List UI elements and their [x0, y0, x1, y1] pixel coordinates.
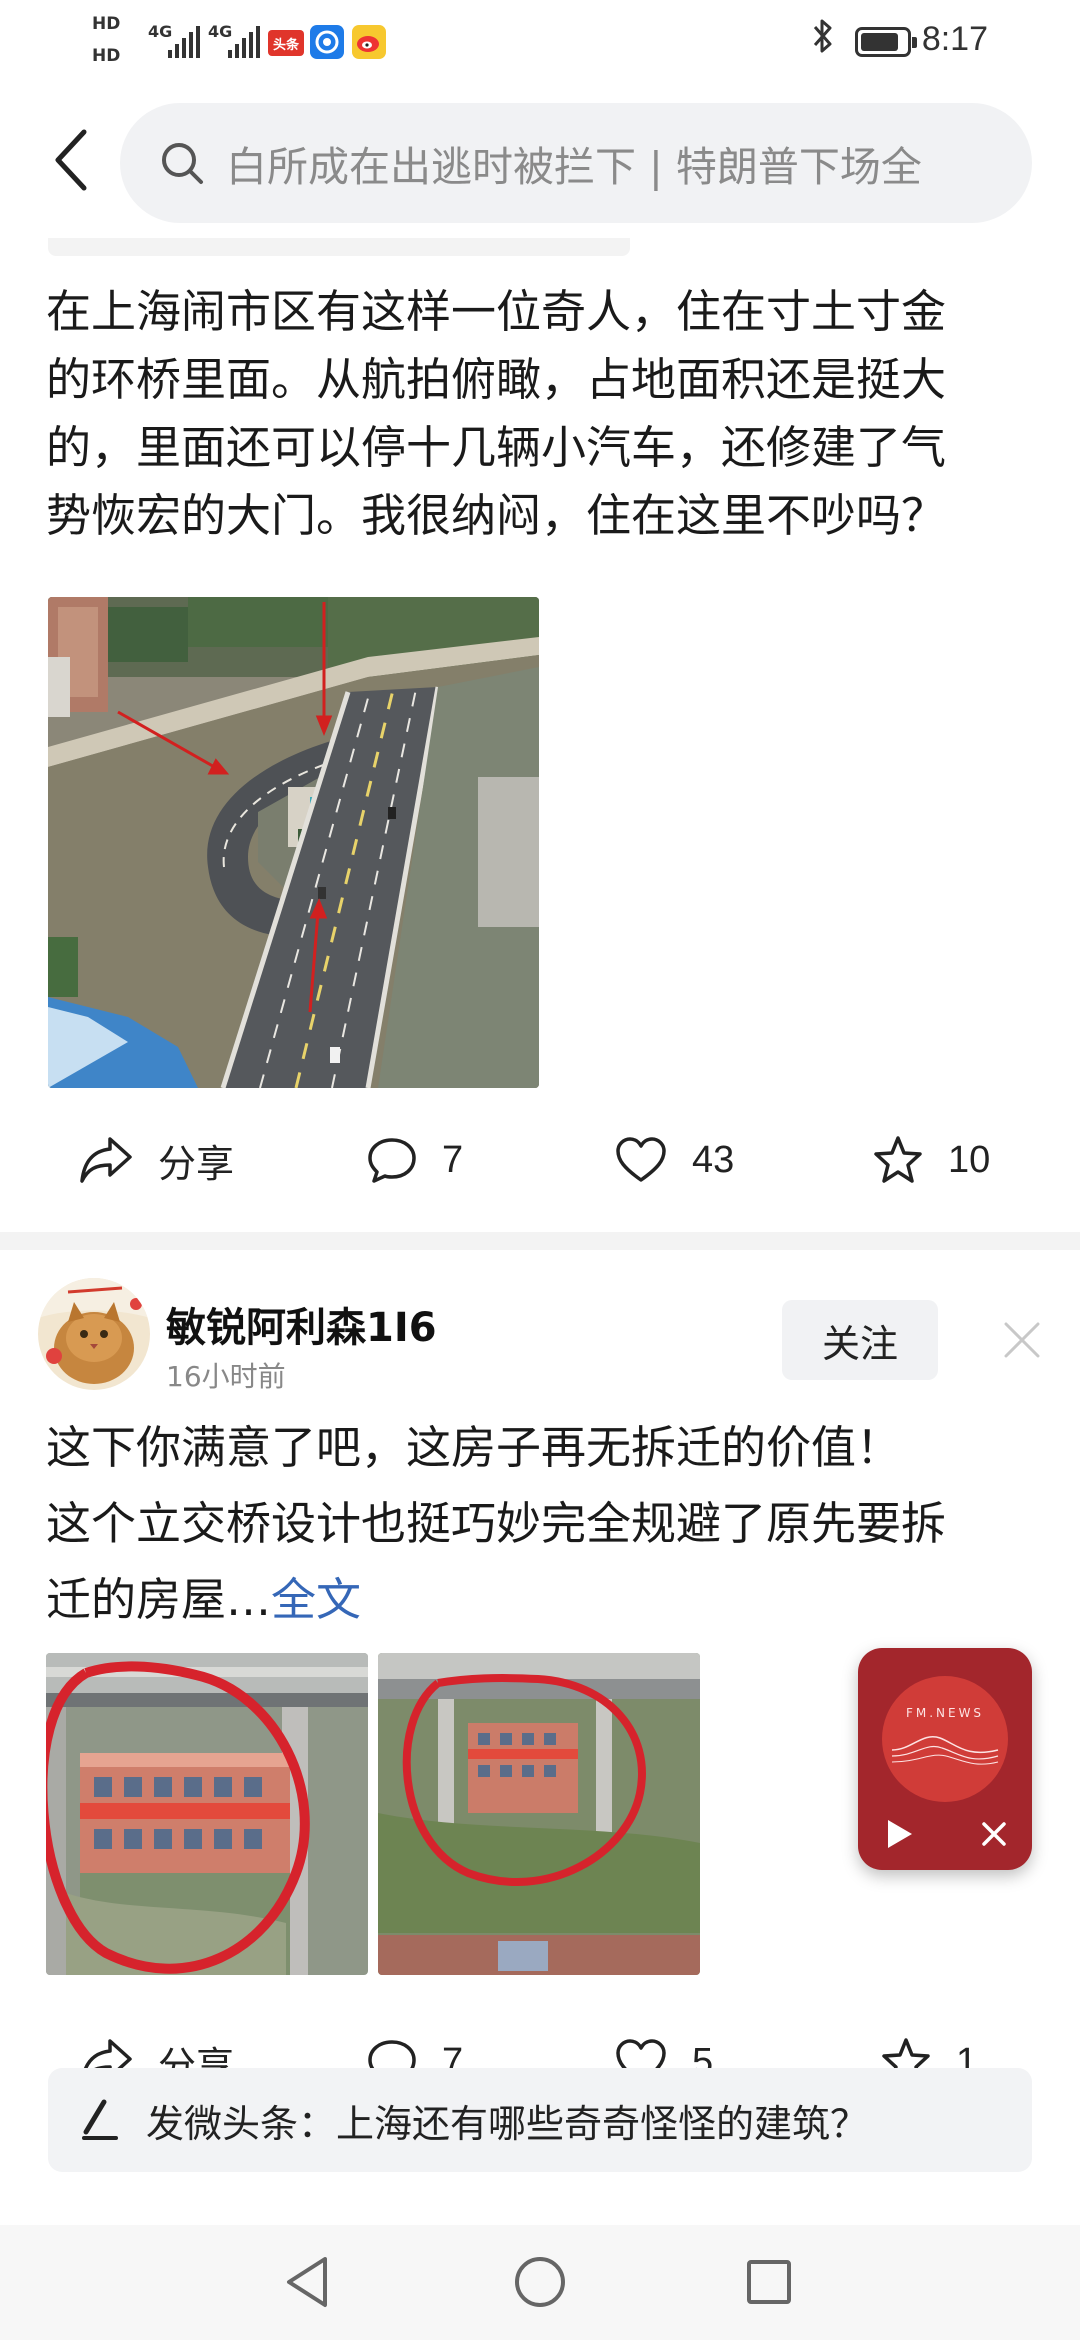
favorite-button[interactable]: 10	[872, 1120, 990, 1200]
share-icon	[83, 2039, 132, 2068]
comment-count: 7	[442, 1138, 464, 1181]
play-icon	[888, 1820, 912, 1848]
heart-icon	[616, 2039, 666, 2068]
play-button[interactable]	[878, 1814, 918, 1854]
weibo-app-icon	[352, 25, 386, 59]
favorite-button[interactable]: 1	[880, 2022, 977, 2068]
like-count: 5	[692, 2040, 714, 2069]
post-time: 16小时前	[166, 1360, 286, 1393]
back-button[interactable]	[40, 120, 100, 200]
bluetooth-icon	[812, 18, 834, 63]
status-bar: HD HD 4G 4G 头条 8:17	[0, 0, 1080, 90]
share-icon	[80, 1137, 132, 1183]
post-photo-house-under-bridge[interactable]	[46, 1653, 368, 1975]
favorite-count: 1	[956, 2040, 978, 2069]
mini-audio-player[interactable]: FM.NEWS	[858, 1648, 1032, 1870]
post-body-text[interactable]: 这下你满意了吧，这房子再无拆迁的价值！ 这个立交桥设计也挺巧妙完全规避了原先要拆…	[46, 1410, 946, 1638]
comment-button[interactable]: 7	[366, 1120, 463, 1200]
player-cover: FM.NEWS	[882, 1676, 1008, 1802]
post-actions: 分享 7 5 1	[0, 2018, 1080, 2068]
post-line: 的，里面还可以停十几辆小汽车，还修建了气	[46, 421, 947, 474]
chrome-like-app-icon	[310, 25, 344, 59]
star-icon	[874, 1136, 922, 1183]
compose-bar[interactable]: 发微头条：上海还有哪些奇奇怪怪的建筑？	[48, 2068, 1032, 2172]
clock: 8:17	[921, 20, 988, 58]
avatar[interactable]	[38, 1278, 150, 1390]
search-bar[interactable]: 白所成在出逃时被拦下 | 特朗普下场全	[120, 103, 1032, 223]
hd-icon: HD	[92, 14, 121, 34]
signal-icon	[228, 24, 260, 58]
close-player-button[interactable]	[976, 1816, 1012, 1852]
post-photo-aerial-bridge[interactable]	[48, 597, 539, 1088]
previous-card-edge	[48, 238, 630, 256]
nav-recents-button[interactable]	[734, 2247, 804, 2317]
post-line: 势恢宏的大门。我很纳闷，住在这里不吵吗？	[46, 489, 947, 542]
full-text-link[interactable]: 全文	[271, 1573, 361, 1626]
share-label: 分享	[158, 1143, 235, 1186]
share-button[interactable]: 分享	[78, 1120, 234, 1200]
nav-home-button[interactable]	[505, 2247, 575, 2317]
comment-count: 7	[442, 2040, 464, 2069]
comment-icon	[368, 2040, 416, 2068]
triangle-back-icon	[287, 2257, 327, 2307]
circle-home-icon	[515, 2257, 565, 2307]
compose-prompt: 发微头条：上海还有哪些奇奇怪怪的建筑？	[146, 2101, 869, 2146]
post-line: 迁的房屋…全文	[46, 1562, 946, 1638]
star-icon	[882, 2038, 930, 2068]
battery-icon	[855, 27, 917, 57]
feed-separator	[0, 1232, 1080, 1250]
post-actions: 分享 7 43 10	[0, 1120, 1080, 1200]
post-line: 的环桥里面。从航拍俯瞰，占地面积还是挺大	[46, 353, 947, 406]
close-icon	[1004, 1322, 1040, 1358]
search-query-text: 白所成在出逃时被拦下 | 特朗普下场全	[226, 143, 922, 191]
post-line: 在上海闹市区有这样一位奇人，住在寸土寸金	[46, 285, 947, 338]
favorite-count: 10	[948, 1138, 991, 1181]
comment-icon	[368, 1138, 416, 1183]
like-button[interactable]: 43	[614, 1120, 734, 1200]
square-recents-icon	[747, 2260, 791, 2304]
post-body-text[interactable]: 在上海闹市区有这样一位奇人，住在寸土寸金 的环桥里面。从航拍俯瞰，占地面积还是挺…	[46, 278, 946, 550]
like-button[interactable]: 5	[614, 2022, 713, 2068]
toutiao-app-icon: 头条	[268, 30, 304, 56]
share-label: 分享	[158, 2045, 235, 2069]
comment-button[interactable]: 7	[366, 2022, 463, 2068]
dismiss-button[interactable]	[1000, 1318, 1044, 1362]
heart-icon	[616, 1137, 666, 1182]
chevron-left-icon	[55, 129, 87, 191]
pen-icon	[82, 2099, 118, 2140]
system-nav-bar	[0, 2225, 1080, 2340]
close-icon	[982, 1822, 1006, 1846]
search-icon	[162, 143, 203, 184]
signal-icon	[168, 24, 200, 58]
post-line: 这下你满意了吧，这房子再无拆迁的价值！	[46, 1421, 902, 1474]
share-button[interactable]: 分享	[78, 2022, 234, 2068]
follow-button[interactable]: 关注	[782, 1300, 938, 1380]
author-name[interactable]: 敏锐阿利森1I6	[166, 1295, 437, 1353]
hd-icon: HD	[92, 46, 121, 66]
like-count: 43	[692, 1138, 735, 1181]
post-photo-house-under-bridge[interactable]	[378, 1653, 700, 1975]
nav-back-button[interactable]	[273, 2247, 343, 2317]
post-line: 这个立交桥设计也挺巧妙完全规避了原先要拆	[46, 1497, 947, 1550]
post-line-text: 迁的房屋…	[46, 1573, 272, 1626]
